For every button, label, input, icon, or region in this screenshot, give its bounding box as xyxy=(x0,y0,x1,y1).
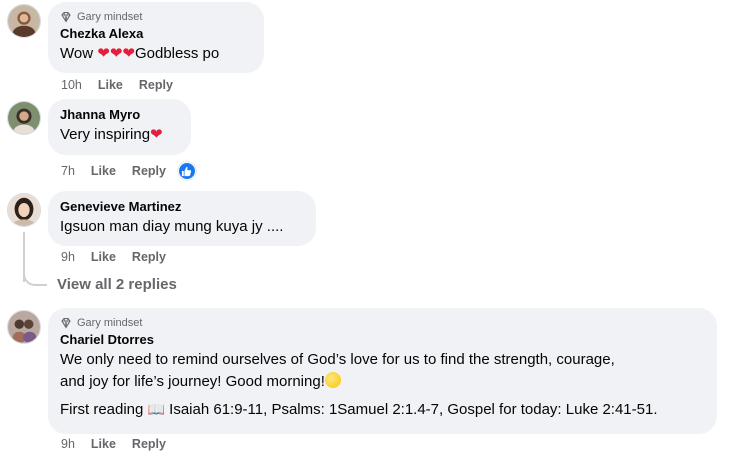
avatar[interactable] xyxy=(7,4,41,38)
diamond-icon xyxy=(61,317,71,329)
timestamp[interactable]: 7h xyxy=(61,164,75,178)
comment-actions: 10h Like Reply xyxy=(61,77,173,93)
like-button[interactable]: Like xyxy=(98,78,123,92)
comment-bubble: Genevieve Martinez Igsuon man diay mung … xyxy=(48,191,316,246)
comment-actions: 7h Like Reply xyxy=(61,162,196,180)
diamond-icon xyxy=(61,11,71,23)
open-book-icon: 📖 xyxy=(147,402,165,418)
comment-text: Igsuon man diay mung kuya jy .... xyxy=(60,218,284,235)
red-heart-icon: ❤ xyxy=(150,126,163,143)
top-fan-badge: Gary mindset xyxy=(60,9,252,25)
red-heart-icon: ❤ xyxy=(109,45,123,62)
yellow-face-icon xyxy=(324,372,341,388)
timestamp[interactable]: 10h xyxy=(61,78,82,92)
reply-button[interactable]: Reply xyxy=(132,250,166,264)
top-fan-badge: Gary mindset xyxy=(60,315,705,331)
avatar[interactable] xyxy=(7,310,41,344)
badge-label: Gary mindset xyxy=(77,317,143,329)
timestamp[interactable]: 9h xyxy=(61,250,75,264)
comment-author[interactable]: Genevieve Martinez xyxy=(60,198,304,216)
comment-author[interactable]: Jhanna Myro xyxy=(60,106,179,124)
thumbs-up-icon xyxy=(182,166,192,176)
comment-bubble: Gary mindset Chariel Dtorres We only nee… xyxy=(48,308,717,434)
timestamp[interactable]: 9h xyxy=(61,437,75,451)
reply-button[interactable]: Reply xyxy=(132,437,166,451)
comment-text-line2: and joy for life’s journey! Good morning… xyxy=(60,371,705,393)
comment-bubble: Gary mindset Chezka Alexa Wow ❤❤❤Godbles… xyxy=(48,2,264,73)
view-replies-button[interactable]: View all 2 replies xyxy=(57,276,177,293)
comment-actions: 9h Like Reply xyxy=(61,249,166,265)
comment-author[interactable]: Chezka Alexa xyxy=(60,25,252,43)
reply-button[interactable]: Reply xyxy=(132,164,166,178)
comment-actions: 9h Like Reply xyxy=(61,436,166,452)
comment-text: Wow ❤❤❤Godbless po xyxy=(60,45,220,62)
like-button[interactable]: Like xyxy=(91,164,116,178)
comment-bubble: Jhanna Myro Very inspiring❤ xyxy=(48,99,191,155)
comment-reading-line: First reading 📖 Isaiah 61:9-11, Psalms: … xyxy=(60,401,658,418)
avatar[interactable] xyxy=(7,193,41,227)
red-heart-icon: ❤ xyxy=(97,45,110,62)
like-button[interactable]: Like xyxy=(91,437,116,451)
comment-text-line1: We only need to remind ourselves of God’… xyxy=(60,351,615,368)
red-heart-icon: ❤ xyxy=(122,45,135,62)
thread-connector-curve xyxy=(23,270,47,286)
comment-text: Very inspiring❤ xyxy=(60,126,163,143)
like-reaction-badge[interactable] xyxy=(177,162,196,180)
avatar[interactable] xyxy=(7,101,41,135)
badge-label: Gary mindset xyxy=(77,11,143,23)
like-button[interactable]: Like xyxy=(91,250,116,264)
comment-author[interactable]: Chariel Dtorres xyxy=(60,331,705,349)
reply-button[interactable]: Reply xyxy=(139,78,173,92)
